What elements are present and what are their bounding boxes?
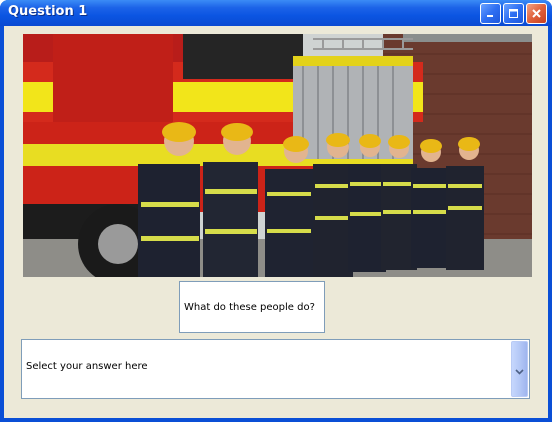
title-bar[interactable]: Question 1 [0, 0, 552, 26]
window-client-area: What do these people do? Select your ans… [4, 26, 548, 418]
close-icon [531, 4, 542, 23]
minimize-icon [485, 4, 496, 23]
chevron-down-icon [515, 360, 524, 379]
question-text: What do these people do? [184, 301, 315, 313]
dropdown-button[interactable] [511, 341, 528, 397]
maximize-button[interactable] [503, 3, 524, 24]
question-label: What do these people do? [179, 281, 325, 333]
firefighters-photo [23, 34, 532, 277]
window-title: Question 1 [8, 4, 88, 19]
answer-dropdown[interactable]: Select your answer here [21, 339, 530, 399]
maximize-icon [508, 4, 519, 23]
answer-selected-value: Select your answer here [26, 361, 148, 372]
minimize-button[interactable] [480, 3, 501, 24]
question-window: Question 1 What do these people do? Sele… [0, 0, 552, 422]
close-button[interactable] [526, 3, 547, 24]
